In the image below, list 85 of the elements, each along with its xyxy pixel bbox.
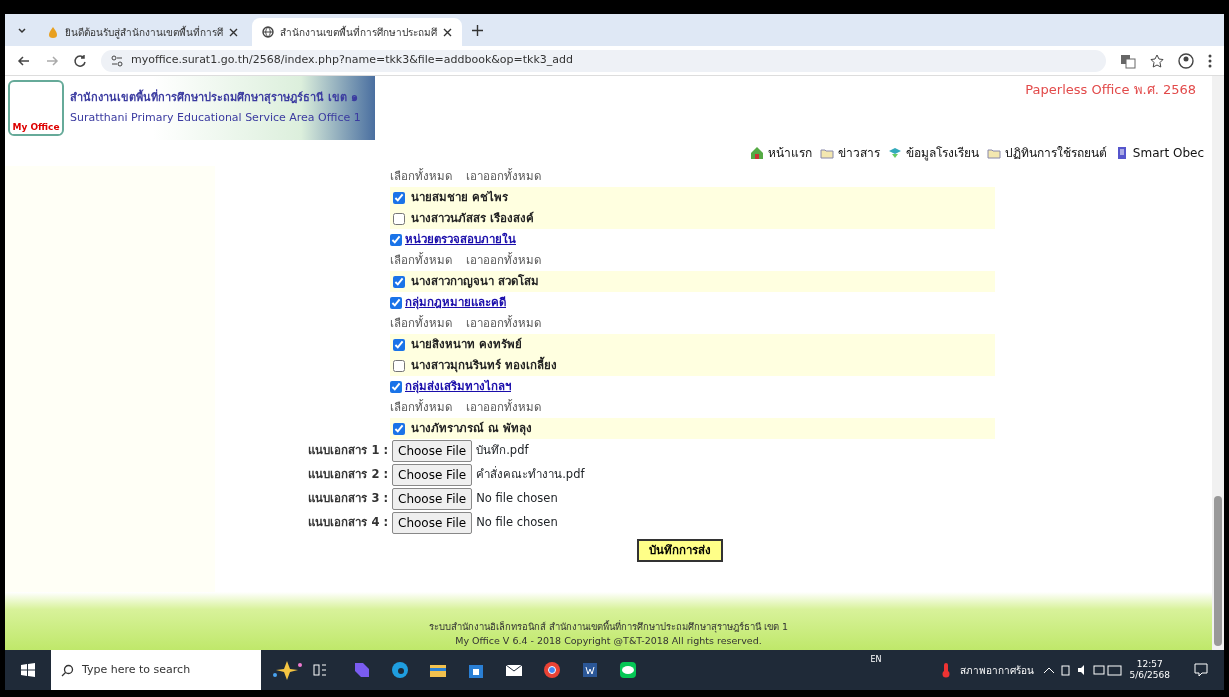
checkbox[interactable] bbox=[390, 296, 402, 309]
menu-icon[interactable] bbox=[1208, 53, 1212, 68]
choose-file-button[interactable]: Choose File bbox=[392, 512, 473, 534]
attachment-label: แนบเอกสาร 2 : bbox=[307, 466, 388, 484]
nav-link[interactable]: ปฏิทินการใช้รถยนต์ bbox=[986, 144, 1107, 162]
checkbox[interactable] bbox=[393, 212, 405, 225]
nav-link[interactable]: ข่าวสาร bbox=[819, 144, 880, 162]
tagline: Paperless Office พ.ศ. 2568 bbox=[1025, 81, 1196, 99]
translate-icon[interactable] bbox=[1120, 52, 1136, 69]
member-name: นางสาวกาญจนา สวดโสม bbox=[411, 272, 539, 290]
notification-icon[interactable] bbox=[1194, 663, 1208, 677]
clock-date[interactable]: 5/6/2568 bbox=[1129, 670, 1170, 681]
deselect-all-link[interactable]: เอาออกทั้งหมด bbox=[466, 251, 541, 270]
office-title: สำนักงานเขตพื้นที่การศึกษาประถมศึกษาสุราษฎร์ธานี เขต ๑ bbox=[70, 89, 359, 106]
address-bar[interactable]: myoffice.surat1.go.th/2568/index.php?name=tkk3&file=addbook&op=tkk3_add bbox=[101, 49, 1106, 72]
browser-tab[interactable]: สำนักงานเขตพื้นที่การศึกษาประถมศึ bbox=[252, 18, 462, 46]
clock-time[interactable]: 12:57 bbox=[1136, 659, 1163, 670]
file-name: คำสั่งคณะทำงาน.pdf bbox=[476, 466, 585, 484]
footer-text: ระบบสำนักงานอิเล็กทรอนิกส์ สำนักงานเขตพื้นที่การศึกษาประถมศึกษาสุราษฎร์ธานี เขต 1 bbox=[428, 619, 789, 634]
checkbox[interactable] bbox=[393, 338, 405, 351]
attachment-label: แนบเอกสาร 4 : bbox=[307, 514, 388, 532]
tray-icons[interactable] bbox=[1041, 663, 1122, 677]
browser-tab[interactable]: ยินดีต้อนรับสู่สำนักงานเขตพื้นที่การศึ bbox=[37, 18, 248, 46]
file-name: บันทึก.pdf bbox=[476, 442, 529, 460]
group-link[interactable]: กลุ่มกฎหมายและคดี bbox=[405, 293, 506, 312]
reload-icon[interactable] bbox=[73, 53, 87, 68]
nav-link[interactable]: ข้อมูลโรงเรียน bbox=[887, 144, 979, 162]
scrollbar[interactable] bbox=[1212, 76, 1224, 650]
windows-start-icon[interactable] bbox=[21, 663, 35, 677]
new-tab-icon[interactable] bbox=[472, 24, 483, 36]
office-subtitle: Suratthani Primary Educational Service Area Office 1 bbox=[70, 110, 361, 126]
globe-icon bbox=[262, 26, 274, 38]
back-icon[interactable] bbox=[17, 53, 31, 68]
select-all-link[interactable]: เลือกทั้งหมด bbox=[390, 314, 452, 333]
select-all-link[interactable]: เลือกทั้งหมด bbox=[390, 398, 452, 417]
deselect-all-link[interactable]: เอาออกทั้งหมด bbox=[466, 167, 541, 186]
checkbox[interactable] bbox=[390, 380, 402, 393]
member-name: นางสาวมุกนรินทร์ ทองเกลี้ยง bbox=[411, 356, 557, 375]
weather-text[interactable]: สภาพอากาศร้อน bbox=[959, 662, 1034, 678]
choose-file-button[interactable]: Choose File bbox=[392, 440, 473, 462]
group-link[interactable]: กลุ่มส่งเสริมทางไกลฯ bbox=[405, 377, 511, 396]
task-view-icon[interactable] bbox=[313, 663, 327, 677]
star-icon[interactable] bbox=[1150, 53, 1164, 68]
choose-file-button[interactable]: Choose File bbox=[392, 464, 473, 486]
deselect-all-link[interactable]: เอาออกทั้งหมด bbox=[466, 314, 541, 333]
taskbar-search[interactable]: Type here to search bbox=[51, 650, 261, 690]
site-settings-icon[interactable] bbox=[111, 54, 123, 67]
close-tab-icon[interactable] bbox=[443, 27, 452, 37]
folder-icon bbox=[986, 146, 1001, 160]
flame-icon bbox=[47, 26, 59, 38]
member-name: นางสาวนภัสสร เรืองสงค์ bbox=[411, 209, 534, 227]
select-all-link[interactable]: เลือกทั้งหมด bbox=[390, 167, 452, 186]
url-text: myoffice.surat1.go.th/2568/index.php?name=tkk3&file=addbook&op=tkk3_add bbox=[131, 52, 574, 69]
tab-title: สำนักงานเขตพื้นที่การศึกษาประถมศึ bbox=[280, 24, 437, 40]
nav-link[interactable]: หน้าแรก bbox=[749, 144, 812, 162]
copyright-text: My Office V 6.4 - 2018 Copyright @T&T-2018 All rights reserved. bbox=[455, 633, 762, 648]
select-all-link[interactable]: เลือกทั้งหมด bbox=[390, 251, 452, 270]
checkbox[interactable] bbox=[393, 359, 405, 372]
member-name: นางภัทราภรณ์ ณ พัทลุง bbox=[411, 419, 532, 438]
folder-icon bbox=[819, 146, 834, 160]
tab-title: ยินดีต้อนรับสู่สำนักงานเขตพื้นที่การศึ bbox=[65, 24, 223, 40]
file-name: No file chosen bbox=[476, 514, 558, 532]
tab-list-icon[interactable] bbox=[17, 25, 27, 36]
logo[interactable]: My Office bbox=[8, 80, 64, 136]
search-placeholder: Type here to search bbox=[82, 661, 191, 678]
checkbox[interactable] bbox=[393, 191, 405, 204]
language-indicator[interactable]: EN bbox=[870, 654, 882, 666]
file-name: No file chosen bbox=[476, 490, 558, 508]
submit-button[interactable]: บันทึกการส่ง bbox=[637, 539, 723, 563]
checkbox[interactable] bbox=[393, 422, 405, 435]
group-link[interactable]: หน่วยตรวจสอบภายใน bbox=[405, 230, 516, 249]
profile-icon[interactable] bbox=[1178, 52, 1194, 69]
member-name: นายสิงหนาท คงทรัพย์ bbox=[411, 335, 522, 353]
choose-file-button[interactable]: Choose File bbox=[392, 488, 473, 510]
logo-text: My Office bbox=[12, 120, 60, 134]
close-tab-icon[interactable] bbox=[229, 27, 238, 37]
checkbox[interactable] bbox=[393, 275, 405, 288]
deselect-all-link[interactable]: เอาออกทั้งหมด bbox=[466, 398, 541, 417]
nav-link[interactable]: Smart Obec bbox=[1114, 144, 1204, 162]
checkbox[interactable] bbox=[390, 233, 402, 246]
attachment-label: แนบเอกสาร 1 : bbox=[307, 442, 388, 460]
attachment-label: แนบเอกสาร 3 : bbox=[307, 490, 388, 508]
search-icon bbox=[61, 663, 74, 677]
member-name: นายสมชาย คชไพร bbox=[411, 188, 508, 206]
house-icon bbox=[749, 146, 764, 160]
